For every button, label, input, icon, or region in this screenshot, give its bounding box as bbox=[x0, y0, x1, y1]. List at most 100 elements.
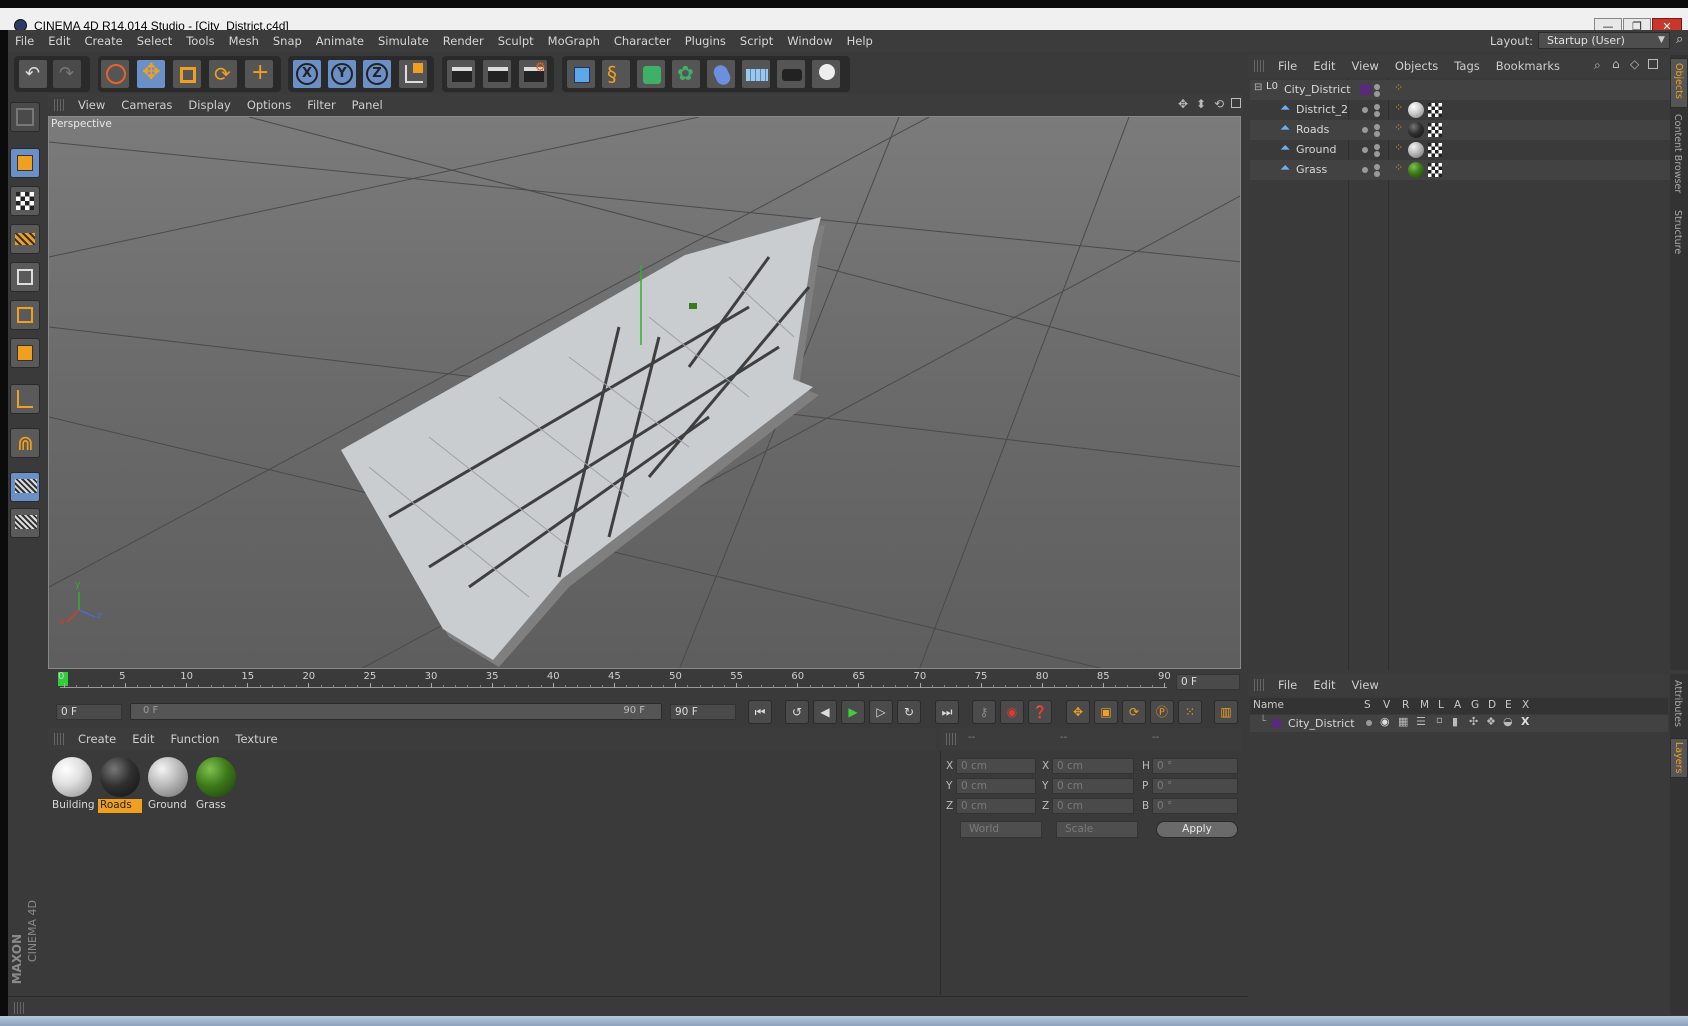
viewport-menu-view[interactable]: View bbox=[70, 94, 113, 116]
panel-grip[interactable] bbox=[14, 1002, 26, 1014]
scale-tool-button[interactable] bbox=[172, 59, 202, 89]
layer-row[interactable]: └ City_District ◉ ▦ ☰ ▫ ▮ ✣ ❖ ◒ X bbox=[1250, 715, 1668, 732]
record-position-button[interactable]: ✥ bbox=[1066, 700, 1090, 724]
menu-edit[interactable]: Edit bbox=[41, 30, 77, 52]
layer-tag-icon[interactable]: ⁘ bbox=[1394, 161, 1403, 174]
coordinate-system-button[interactable] bbox=[398, 59, 428, 89]
object-row[interactable]: ⏶ Ground ⁘ bbox=[1250, 140, 1670, 160]
menu-create[interactable]: Create bbox=[78, 30, 130, 52]
expressions-icon[interactable]: ◒ bbox=[1503, 715, 1513, 728]
record-point-level-button[interactable]: ⁙ bbox=[1178, 700, 1202, 724]
tab-attributes[interactable]: Attributes bbox=[1670, 676, 1688, 742]
next-frame-button[interactable]: ▷ bbox=[869, 700, 893, 724]
new-view-icon[interactable] bbox=[1648, 59, 1658, 69]
menu-render[interactable]: Render bbox=[436, 30, 491, 52]
preview-start-field[interactable]: 0 F bbox=[56, 704, 122, 720]
panel-grip[interactable] bbox=[54, 99, 66, 111]
panel-grip[interactable] bbox=[946, 733, 958, 745]
layout-select[interactable]: Startup (User) bbox=[1538, 32, 1670, 49]
add-light-button[interactable] bbox=[811, 59, 841, 89]
go-to-end-button[interactable]: ⏭ bbox=[935, 700, 959, 724]
generators-icon[interactable]: ✣ bbox=[1469, 715, 1478, 728]
apply-button[interactable]: Apply bbox=[1156, 821, 1238, 838]
object-row[interactable]: ⏶ Grass ⁘ bbox=[1250, 160, 1670, 180]
make-editable-button[interactable] bbox=[10, 102, 40, 132]
menu-script[interactable]: Script bbox=[733, 30, 780, 52]
record-scale-button[interactable]: ▣ bbox=[1094, 700, 1118, 724]
keyframe-selection-button[interactable]: ❓ bbox=[1028, 700, 1052, 724]
panel-grip[interactable] bbox=[1254, 679, 1266, 691]
render-settings-button[interactable]: ⚙ bbox=[518, 59, 548, 89]
layer-tag-icon[interactable]: ⁘ bbox=[1394, 81, 1403, 94]
viewport-menu-cameras[interactable]: Cameras bbox=[113, 94, 180, 116]
menu-animate[interactable]: Animate bbox=[309, 30, 371, 52]
objects-menu-file[interactable]: File bbox=[1270, 55, 1305, 77]
texture-tag-icon[interactable] bbox=[1408, 122, 1424, 138]
object-name[interactable]: City_District bbox=[1284, 83, 1351, 96]
deformers-icon[interactable]: ❖ bbox=[1486, 715, 1496, 728]
layers-menu-file[interactable]: File bbox=[1270, 674, 1305, 696]
rotate-tool-button[interactable]: ⟳ bbox=[208, 59, 238, 89]
object-name[interactable]: Roads bbox=[1296, 123, 1329, 136]
search-icon[interactable]: ⌕ bbox=[1594, 58, 1601, 73]
editor-visibility-dot[interactable] bbox=[1362, 167, 1368, 173]
editor-visibility-dot[interactable] bbox=[1362, 107, 1368, 113]
material-swatch[interactable]: Building bbox=[50, 755, 94, 813]
points-mode-button[interactable] bbox=[10, 262, 40, 292]
snapping-button[interactable]: ⋒ bbox=[10, 428, 40, 458]
position-x-field[interactable]: 0 cm bbox=[956, 758, 1036, 774]
layer-column-generators[interactable]: G bbox=[1471, 699, 1479, 711]
layer-tag-icon[interactable]: ⁘ bbox=[1394, 121, 1403, 134]
timeline-ruler[interactable]: 0 5 10 15 20 25 30 35 40 45 50 55 60 65 70 75 80 85 90 bbox=[48, 670, 1171, 692]
lock-icon[interactable]: ▫ bbox=[1436, 715, 1443, 726]
layer-color-swatch[interactable] bbox=[1272, 719, 1281, 728]
enable-axis-button[interactable] bbox=[10, 384, 40, 414]
home-icon[interactable]: ⌂ bbox=[1612, 57, 1620, 71]
next-key-button[interactable]: ↻ bbox=[897, 700, 921, 724]
material-menu-create[interactable]: Create bbox=[70, 728, 124, 750]
layer-column-locked[interactable]: L bbox=[1438, 699, 1444, 711]
layer-column-deformers[interactable]: D bbox=[1488, 699, 1496, 711]
editor-visibility-dot[interactable] bbox=[1374, 144, 1380, 150]
layer-name[interactable]: City_District bbox=[1288, 717, 1355, 730]
z-axis-lock-button[interactable]: Z bbox=[362, 59, 392, 89]
current-frame-field[interactable]: 0 F bbox=[1176, 674, 1240, 690]
camera-label[interactable]: Perspective bbox=[51, 118, 112, 130]
menu-tools[interactable]: Tools bbox=[179, 30, 221, 52]
add-cube-button[interactable] bbox=[566, 59, 596, 89]
render-view-button[interactable] bbox=[446, 59, 476, 89]
rotation-b-field[interactable]: 0 ° bbox=[1152, 798, 1238, 814]
viewport-zoom-icon[interactable]: ⬍ bbox=[1196, 97, 1206, 111]
record-active-objects-button[interactable]: ⚷ bbox=[972, 700, 996, 724]
uvw-tag-icon[interactable] bbox=[1428, 163, 1442, 177]
render-icon[interactable]: ▦ bbox=[1398, 715, 1408, 728]
layer-column-animation[interactable]: A bbox=[1454, 699, 1461, 711]
object-name[interactable]: Ground bbox=[1296, 143, 1336, 156]
workplane-mode-button[interactable] bbox=[10, 224, 40, 254]
viewport-move-icon[interactable]: ✥ bbox=[1178, 97, 1188, 111]
size-y-field[interactable]: 0 cm bbox=[1052, 778, 1134, 794]
previous-key-button[interactable]: ↺ bbox=[785, 700, 809, 724]
add-array-button[interactable]: ✿ bbox=[671, 59, 701, 89]
menu-mograph[interactable]: MoGraph bbox=[541, 30, 607, 52]
object-name[interactable]: Grass bbox=[1296, 163, 1327, 176]
coordinate-space-select[interactable]: World bbox=[960, 821, 1042, 838]
viewport-rotate-icon[interactable]: ⟲ bbox=[1214, 97, 1224, 111]
tab-layers[interactable]: Layers bbox=[1670, 738, 1688, 778]
render-visibility-dot[interactable] bbox=[1374, 171, 1380, 177]
rotation-p-field[interactable]: 0 ° bbox=[1152, 778, 1238, 794]
add-camera-button[interactable] bbox=[776, 59, 806, 89]
uvw-tag-icon[interactable] bbox=[1428, 123, 1442, 137]
animation-icon[interactable]: ▮ bbox=[1452, 715, 1458, 728]
move-tool-button[interactable]: ✥ bbox=[136, 59, 166, 89]
menu-character[interactable]: Character bbox=[607, 30, 678, 52]
locked-workplane-button[interactable] bbox=[10, 508, 40, 538]
tab-structure[interactable]: Structure bbox=[1670, 206, 1688, 266]
viewport-menu-panel[interactable]: Panel bbox=[344, 94, 391, 116]
material-swatch[interactable]: Ground bbox=[146, 755, 190, 813]
menu-sculpt[interactable]: Sculpt bbox=[491, 30, 541, 52]
add-spline-button[interactable]: § bbox=[601, 59, 631, 89]
layer-column-solo[interactable]: S bbox=[1364, 699, 1371, 711]
record-rotation-button[interactable]: ⟳ bbox=[1122, 700, 1146, 724]
workplane-lock-button[interactable] bbox=[10, 472, 40, 502]
